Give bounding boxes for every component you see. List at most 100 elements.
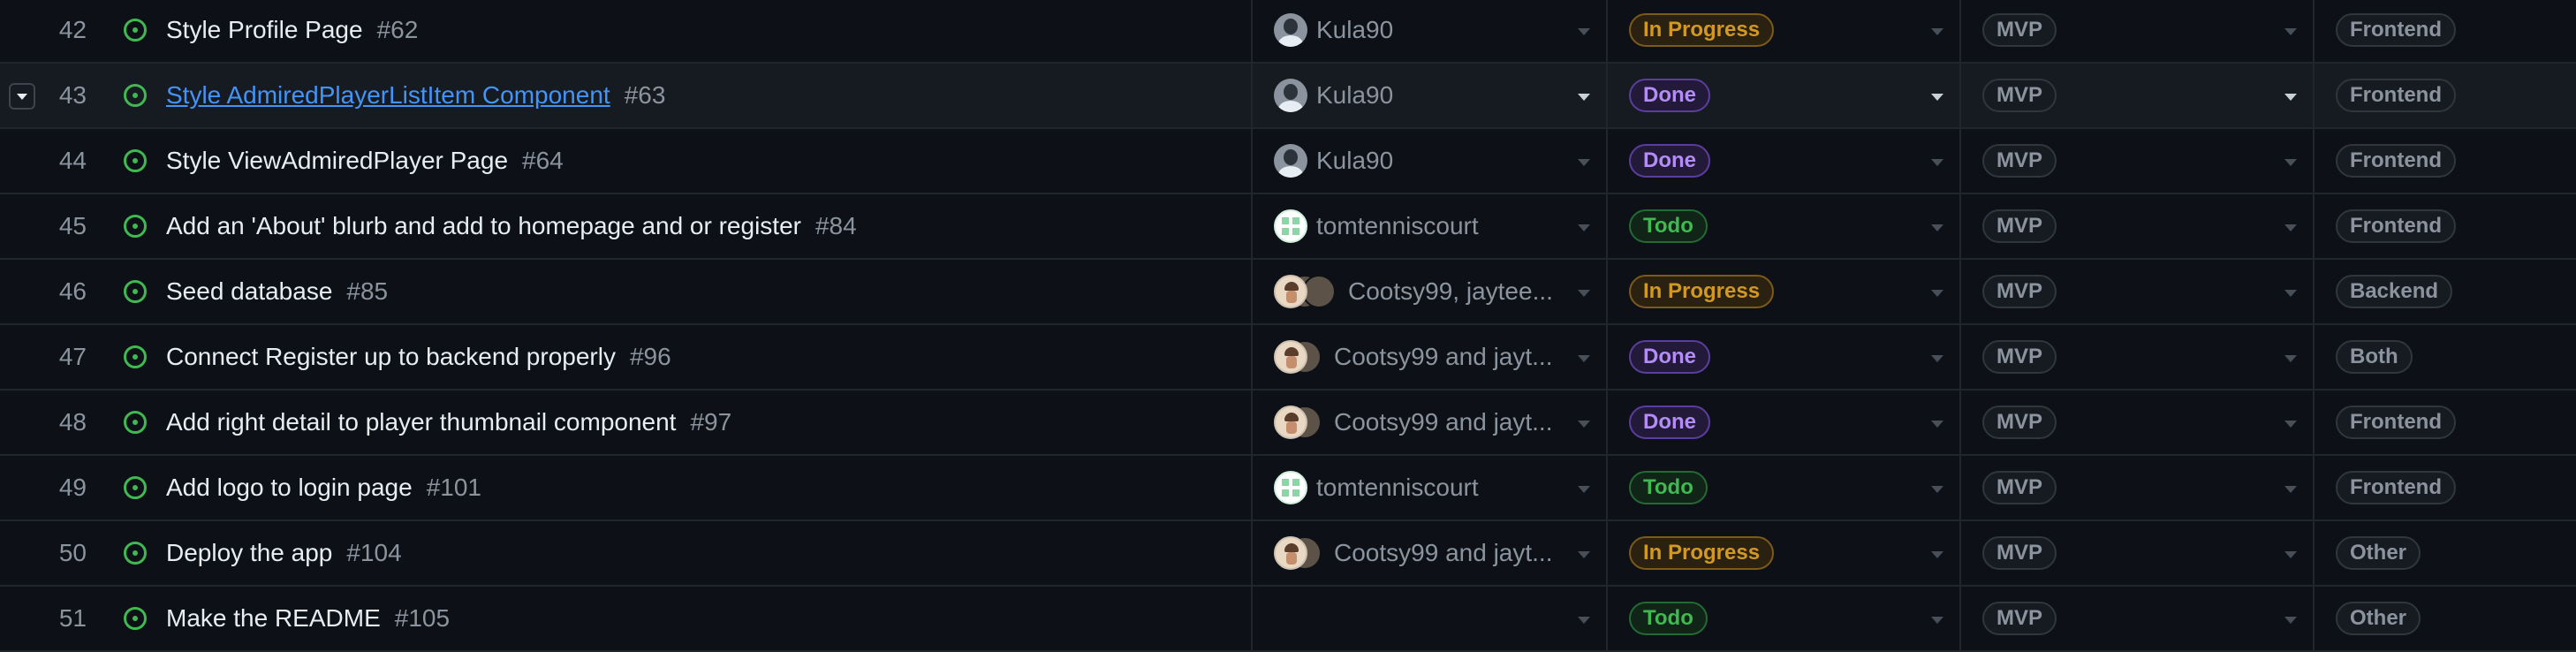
- chevron-down-icon: [1578, 551, 1590, 558]
- title-cell[interactable]: Style AdmiredPlayerListItem Component #6…: [110, 64, 1253, 127]
- iteration-badge: MVP: [1982, 144, 2057, 178]
- table-row[interactable]: 43 Style AdmiredPlayerListItem Component…: [0, 64, 2576, 129]
- title-cell[interactable]: Add logo to login page #101: [110, 456, 1253, 519]
- area-badge: Both: [2336, 340, 2413, 374]
- row-number: 50: [58, 539, 87, 566]
- title-cell[interactable]: Deploy the app #104: [110, 521, 1253, 585]
- issue-title-link[interactable]: Style AdmiredPlayerListItem Component: [166, 81, 610, 110]
- table-row[interactable]: 45 Add an 'About' blurb and add to homep…: [0, 194, 2576, 260]
- issue-title[interactable]: Deploy the app: [166, 539, 332, 567]
- issue-title[interactable]: Add right detail to player thumbnail com…: [166, 408, 676, 436]
- status-cell[interactable]: Todo: [1608, 587, 1961, 650]
- area-cell[interactable]: Other: [2315, 521, 2576, 585]
- chevron-down-icon: [1931, 290, 1943, 297]
- table-row[interactable]: 42 Style Profile Page #62 Kula90 In Prog…: [0, 0, 2576, 64]
- iteration-cell[interactable]: MVP: [1961, 194, 2315, 258]
- iteration-cell[interactable]: MVP: [1961, 456, 2315, 519]
- assignee-names: Cootsy99 and jayt...: [1334, 408, 1553, 436]
- status-cell[interactable]: In Progress: [1608, 260, 1961, 323]
- iteration-cell[interactable]: MVP: [1961, 587, 2315, 650]
- status-cell[interactable]: Done: [1608, 390, 1961, 454]
- table-row[interactable]: 48 Add right detail to player thumbnail …: [0, 390, 2576, 456]
- table-row[interactable]: 50 Deploy the app #104 Cootsy99 and jayt…: [0, 521, 2576, 587]
- issue-title[interactable]: Style Profile Page: [166, 16, 363, 44]
- avatar: [1274, 340, 1307, 374]
- issue-number: #62: [376, 16, 419, 43]
- title-cell[interactable]: Add right detail to player thumbnail com…: [110, 390, 1253, 454]
- area-cell[interactable]: Frontend: [2315, 0, 2576, 62]
- open-issue-icon: [124, 19, 147, 42]
- title-cell[interactable]: Add an 'About' blurb and add to homepage…: [110, 194, 1253, 258]
- chevron-down-icon: [2284, 159, 2297, 166]
- issue-title[interactable]: Make the README: [166, 604, 381, 633]
- status-cell[interactable]: In Progress: [1608, 521, 1961, 585]
- assignees-cell[interactable]: Kula90: [1253, 0, 1608, 62]
- status-cell[interactable]: Done: [1608, 325, 1961, 389]
- issue-title[interactable]: Connect Register up to backend properly: [166, 343, 616, 371]
- title-cell[interactable]: Make the README #105: [110, 587, 1253, 650]
- iteration-cell[interactable]: MVP: [1961, 390, 2315, 454]
- area-cell[interactable]: Other: [2315, 587, 2576, 650]
- iteration-cell[interactable]: MVP: [1961, 64, 2315, 127]
- area-cell[interactable]: Frontend: [2315, 129, 2576, 193]
- table-row[interactable]: 44 Style ViewAdmiredPlayer Page #64 Kula…: [0, 129, 2576, 194]
- chevron-down-icon: [2284, 617, 2297, 624]
- table-row[interactable]: 47 Connect Register up to backend proper…: [0, 325, 2576, 390]
- chevron-down-icon: [2284, 355, 2297, 362]
- status-badge: In Progress: [1629, 13, 1775, 47]
- issue-title[interactable]: Add logo to login page: [166, 474, 413, 502]
- assignees-cell[interactable]: tomtenniscourt: [1253, 194, 1608, 258]
- title-cell[interactable]: Connect Register up to backend properly …: [110, 325, 1253, 389]
- iteration-cell[interactable]: MVP: [1961, 521, 2315, 585]
- row-number: 49: [58, 474, 87, 501]
- assignees-cell[interactable]: Kula90: [1253, 64, 1608, 127]
- assignees-cell[interactable]: Cootsy99 and jayt...: [1253, 390, 1608, 454]
- iteration-cell[interactable]: MVP: [1961, 325, 2315, 389]
- issue-title[interactable]: Style ViewAdmiredPlayer Page: [166, 147, 508, 175]
- area-cell[interactable]: Frontend: [2315, 64, 2576, 127]
- row-number: 46: [58, 277, 87, 305]
- issue-title[interactable]: Seed database: [166, 277, 332, 306]
- title-cell[interactable]: Style ViewAdmiredPlayer Page #64: [110, 129, 1253, 193]
- area-cell[interactable]: Both: [2315, 325, 2576, 389]
- area-cell[interactable]: Frontend: [2315, 456, 2576, 519]
- chevron-down-icon[interactable]: [1578, 94, 1590, 101]
- assignee-name: Kula90: [1316, 16, 1394, 43]
- area-cell[interactable]: Backend: [2315, 260, 2576, 323]
- table-row[interactable]: 46 Seed database #85 Cootsy99, jaytee...…: [0, 260, 2576, 325]
- assignees-cell[interactable]: Cootsy99 and jayt...: [1253, 521, 1608, 585]
- status-cell[interactable]: Todo: [1608, 194, 1961, 258]
- chevron-down-icon: [1578, 159, 1590, 166]
- status-cell[interactable]: Done: [1608, 129, 1961, 193]
- assignees-cell[interactable]: [1253, 587, 1608, 650]
- iteration-cell[interactable]: MVP: [1961, 129, 2315, 193]
- iteration-cell[interactable]: MVP: [1961, 260, 2315, 323]
- iteration-cell[interactable]: MVP: [1961, 0, 2315, 62]
- avatar: [1274, 79, 1307, 112]
- chevron-down-icon: [1931, 421, 1943, 428]
- title-cell[interactable]: Style Profile Page #62: [110, 0, 1253, 62]
- status-badge: Done: [1629, 79, 1710, 112]
- chevron-down-icon: [1931, 551, 1943, 558]
- iteration-badge: MVP: [1982, 275, 2057, 308]
- issue-title[interactable]: Add an 'About' blurb and add to homepage…: [166, 212, 801, 240]
- chevron-down-icon[interactable]: [1931, 94, 1943, 101]
- status-cell[interactable]: Todo: [1608, 456, 1961, 519]
- chevron-down-icon: [1578, 290, 1590, 297]
- assignees-cell[interactable]: Cootsy99 and jayt...: [1253, 325, 1608, 389]
- area-badge: Frontend: [2336, 144, 2456, 178]
- status-cell[interactable]: In Progress: [1608, 0, 1961, 62]
- table-row[interactable]: 49 Add logo to login page #101 tomtennis…: [0, 456, 2576, 521]
- status-cell[interactable]: Done: [1608, 64, 1961, 127]
- open-issue-icon: [124, 542, 147, 565]
- area-cell[interactable]: Frontend: [2315, 390, 2576, 454]
- assignees-cell[interactable]: tomtenniscourt: [1253, 456, 1608, 519]
- assignees-cell[interactable]: Kula90: [1253, 129, 1608, 193]
- assignees-cell[interactable]: Cootsy99, jaytee...: [1253, 260, 1608, 323]
- issue-number: #97: [690, 408, 732, 436]
- open-issue-icon: [124, 280, 147, 303]
- chevron-down-icon[interactable]: [2284, 94, 2297, 101]
- title-cell[interactable]: Seed database #85: [110, 260, 1253, 323]
- table-row[interactable]: 51 Make the README #105 Todo MVP Other: [0, 587, 2576, 652]
- area-cell[interactable]: Frontend: [2315, 194, 2576, 258]
